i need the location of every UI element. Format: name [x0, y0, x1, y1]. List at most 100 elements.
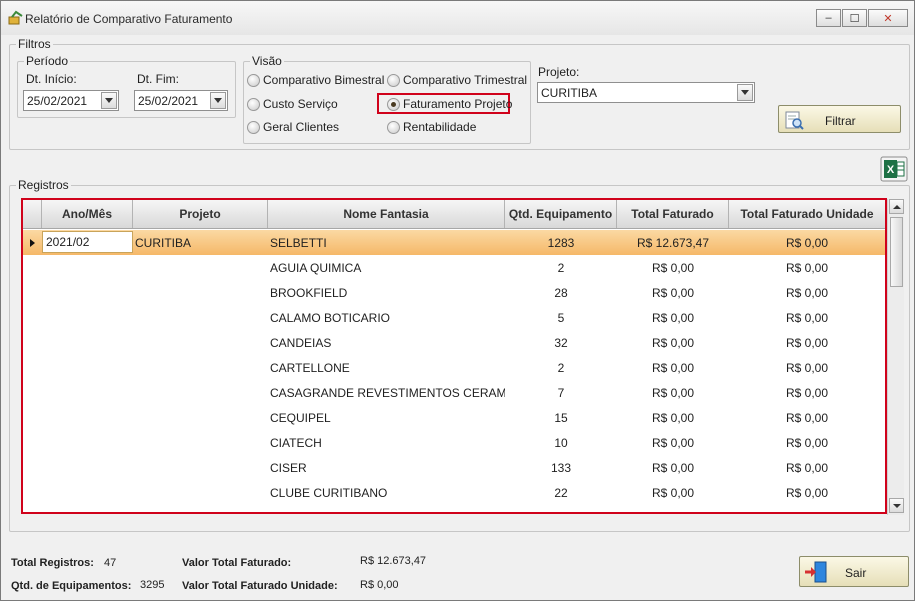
cell-unidade: R$ 0,00 — [785, 310, 829, 325]
cell-unidade: R$ 0,00 — [785, 360, 829, 375]
radio-icon[interactable] — [387, 120, 400, 134]
cell-qtd: 28 — [554, 285, 568, 300]
chevron-down-icon[interactable] — [210, 92, 226, 109]
table-row[interactable]: 2021/02 CURITIBA SELBETTI 1283 R$ 12.673… — [23, 230, 885, 255]
cell-nome-fantasia: CALAMO BOTICARIO — [270, 310, 391, 325]
radio-label: Faturamento Projeto — [403, 97, 513, 111]
filter-button-label: Filtrar — [825, 114, 856, 128]
maximize-button[interactable]: ☐ — [842, 9, 867, 27]
col-header-nome-fantasia[interactable]: Nome Fantasia — [268, 200, 505, 228]
cell-total: R$ 0,00 — [651, 310, 695, 325]
radio-geral-clientes[interactable]: Geral Clientes — [247, 120, 339, 134]
radio-icon[interactable] — [387, 73, 400, 87]
title-bar[interactable]: Relatório de Comparativo Faturamento ‒ ☐… — [1, 1, 914, 35]
radio-custo-servico[interactable]: Custo Serviço — [247, 97, 338, 111]
current-row-indicator-icon — [23, 230, 41, 255]
cell-nome-fantasia: CIATECH — [270, 435, 322, 450]
start-date-picker[interactable]: 25/02/2021 — [23, 90, 119, 111]
radio-rentabilidade[interactable]: Rentabilidade — [387, 120, 476, 134]
scroll-thumb[interactable] — [890, 217, 903, 287]
records-grid[interactable]: Ano/Mês Projeto Nome Fantasia Qtd. Equip… — [21, 198, 887, 514]
cell-nome-fantasia: AGUIA QUIMICA — [270, 260, 362, 275]
grid-header: Ano/Mês Projeto Nome Fantasia Qtd. Equip… — [23, 200, 885, 229]
cell-unidade: R$ 0,00 — [785, 285, 829, 300]
col-header-qtd-equipamento[interactable]: Qtd. Equipamento — [505, 200, 617, 228]
total-billed-value: R$ 12.673,47 — [360, 555, 427, 567]
total-records-value: 47 — [104, 557, 117, 569]
scroll-up-icon[interactable] — [889, 199, 904, 214]
cell-unidade: R$ 0,00 — [785, 460, 829, 475]
cell-total: R$ 0,00 — [651, 385, 695, 400]
radio-icon[interactable] — [247, 120, 260, 134]
project-select[interactable]: CURITIBA — [537, 82, 755, 103]
start-date-label: Dt. Início: — [26, 72, 77, 86]
radio-label: Comparativo Bimestral — [263, 73, 385, 87]
records-legend: Registros — [18, 178, 69, 192]
view-legend: Visão — [252, 54, 282, 68]
radio-label: Geral Clientes — [263, 120, 340, 134]
radio-icon[interactable] — [247, 73, 260, 87]
cell-nome-fantasia: CASAGRANDE REVESTIMENTOS CERAMI... — [270, 385, 505, 400]
cell-ano-mes[interactable]: 2021/02 — [42, 231, 133, 253]
cell-qtd: 1283 — [547, 235, 575, 250]
radio-label: Custo Serviço — [263, 97, 338, 111]
cell-unidade: R$ 0,00 — [785, 335, 829, 350]
table-row[interactable]: CASAGRANDE REVESTIMENTOS CERAMI... 7 R$ … — [23, 380, 885, 405]
cell-total: R$ 12.673,47 — [636, 235, 710, 250]
table-row[interactable]: AGUIA QUIMICA 2 R$ 0,00 R$ 0,00 — [23, 255, 885, 280]
cell-qtd: 22 — [554, 485, 568, 500]
cell-unidade: R$ 0,00 — [785, 435, 829, 450]
cell-total: R$ 0,00 — [651, 285, 695, 300]
total-billed-unit-value: R$ 0,00 — [360, 579, 399, 591]
total-records-label: Total Registros: — [11, 557, 94, 569]
cell-total: R$ 0,00 — [651, 360, 695, 375]
radio-comparativo-trimestral[interactable]: Comparativo Trimestral — [387, 73, 527, 87]
table-row[interactable]: CIATECH 10 R$ 0,00 R$ 0,00 — [23, 430, 885, 455]
radio-comparativo-bimestral[interactable]: Comparativo Bimestral — [247, 73, 384, 87]
scroll-down-icon[interactable] — [889, 498, 904, 513]
table-row[interactable]: CEQUIPEL 15 R$ 0,00 R$ 0,00 — [23, 405, 885, 430]
cell-total: R$ 0,00 — [651, 485, 695, 500]
cell-nome-fantasia: CANDEIAS — [270, 335, 332, 350]
cell-nome-fantasia: CEQUIPEL — [270, 410, 331, 425]
window-controls: ‒ ☐ ✕ — [815, 9, 908, 27]
col-header-total-faturado-unidade[interactable]: Total Faturado Unidade — [729, 200, 885, 228]
cell-total: R$ 0,00 — [651, 335, 695, 350]
radio-faturamento-projeto[interactable]: Faturamento Projeto — [387, 97, 512, 111]
filter-button[interactable]: Filtrar — [778, 105, 901, 133]
svg-text:X: X — [887, 164, 895, 176]
total-billed-label: Valor Total Faturado: — [182, 557, 292, 569]
cell-qtd: 32 — [554, 335, 568, 350]
project-label: Projeto: — [538, 65, 580, 79]
cell-qtd: 133 — [550, 460, 572, 475]
cell-qtd: 15 — [554, 410, 568, 425]
end-date-picker[interactable]: 25/02/2021 — [134, 90, 228, 111]
col-header-ano-mes[interactable]: Ano/Mês — [42, 200, 133, 228]
report-window: Relatório de Comparativo Faturamento ‒ ☐… — [0, 0, 915, 601]
exit-door-icon — [805, 561, 827, 583]
radio-icon[interactable] — [387, 97, 400, 111]
start-date-value: 25/02/2021 — [27, 94, 88, 108]
table-row[interactable]: CISER 133 R$ 0,00 R$ 0,00 — [23, 455, 885, 480]
exit-button[interactable]: Sair — [799, 556, 909, 587]
table-row[interactable]: CANDEIAS 32 R$ 0,00 R$ 0,00 — [23, 330, 885, 355]
close-button[interactable]: ✕ — [868, 9, 908, 27]
cell-unidade: R$ 0,00 — [785, 485, 829, 500]
chevron-down-icon[interactable] — [737, 84, 753, 101]
table-row[interactable]: CARTELLONE 2 R$ 0,00 R$ 0,00 — [23, 355, 885, 380]
grid-vertical-scrollbar[interactable] — [887, 199, 904, 515]
col-header-projeto[interactable]: Projeto — [133, 200, 268, 228]
filter-icon — [785, 111, 804, 130]
cell-nome-fantasia: SELBETTI — [270, 235, 327, 250]
table-row[interactable]: CLUBE CURITIBANO 22 R$ 0,00 R$ 0,00 — [23, 480, 885, 505]
cell-unidade: R$ 0,00 — [785, 260, 829, 275]
table-row[interactable]: CALAMO BOTICARIO 5 R$ 0,00 R$ 0,00 — [23, 305, 885, 330]
radio-icon[interactable] — [247, 97, 260, 111]
table-row[interactable]: BROOKFIELD 28 R$ 0,00 R$ 0,00 — [23, 280, 885, 305]
cell-total: R$ 0,00 — [651, 460, 695, 475]
col-header-total-faturado[interactable]: Total Faturado — [617, 200, 729, 228]
cell-qtd: 5 — [557, 310, 565, 325]
chevron-down-icon[interactable] — [101, 92, 117, 109]
minimize-button[interactable]: ‒ — [816, 9, 841, 27]
cell-qtd: 2 — [557, 260, 565, 275]
